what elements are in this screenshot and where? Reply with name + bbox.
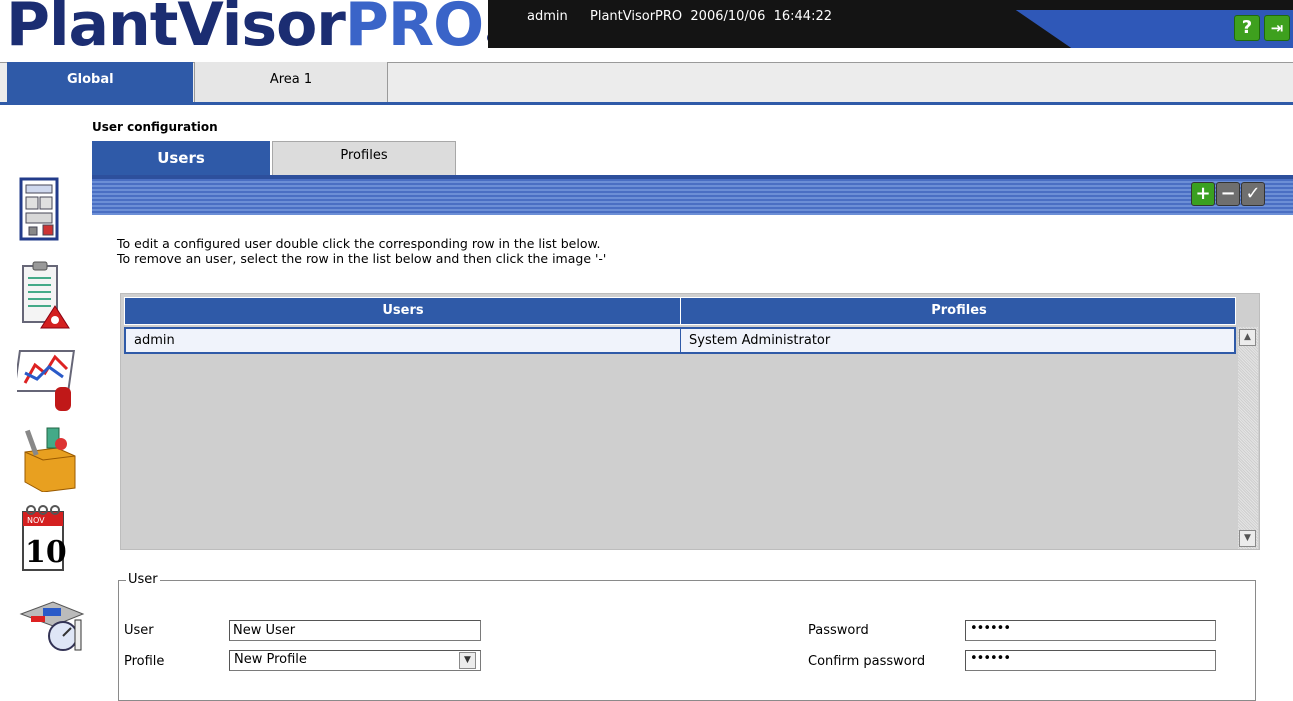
instruction-text: To remove an user, select the row in the… — [117, 251, 607, 266]
password-label: Password — [808, 623, 869, 638]
instruction-text: To edit a configured user double click t… — [117, 236, 601, 251]
logged-user: admin — [527, 9, 568, 24]
table-scrollbar[interactable] — [1238, 327, 1258, 549]
scroll-down-button[interactable]: ▼ — [1239, 530, 1256, 547]
confirm-password-input[interactable]: •••••• — [965, 650, 1216, 671]
remove-user-button[interactable]: − — [1216, 182, 1240, 206]
device-map-icon[interactable] — [17, 175, 87, 245]
page-title: User configuration — [92, 120, 218, 134]
tab-area-1[interactable]: Area 1 — [194, 62, 388, 102]
confirm-password-label: Confirm password — [808, 654, 926, 669]
profile-select-value: New Profile — [234, 652, 307, 667]
password-input[interactable]: •••••• — [965, 620, 1216, 641]
column-divider — [680, 327, 681, 354]
plantvisor-logo: PlantVisorPRO® — [6, 0, 499, 56]
plant-layout-icon[interactable] — [17, 590, 87, 660]
confirm-password-mask: •••••• — [970, 651, 1011, 666]
tab-users[interactable]: Users — [92, 141, 270, 175]
user-name-input[interactable] — [229, 620, 481, 641]
profile-label: Profile — [124, 654, 165, 669]
user-form-legend: User — [126, 572, 160, 587]
calendar-icon[interactable]: NOV 10 — [17, 502, 87, 572]
calendar-month: NOV — [27, 516, 45, 525]
confirm-button[interactable]: ✓ — [1241, 182, 1265, 206]
scroll-up-button[interactable]: ▲ — [1239, 329, 1256, 346]
user-label: User — [124, 623, 154, 638]
profile-select[interactable]: New Profile — [229, 650, 481, 671]
column-divider — [680, 297, 681, 325]
logo-main-text: PlantVisor — [6, 0, 346, 60]
column-header-profiles[interactable]: Profiles — [681, 303, 1237, 318]
header-info: PlantVisorPRO 2006/10/06 16:44:22 — [590, 9, 832, 24]
graph-icon[interactable] — [13, 343, 87, 413]
tab-underline — [0, 102, 1293, 105]
logo-pro-text: PRO — [344, 0, 484, 60]
tab-label: Area 1 — [269, 72, 313, 87]
tab-label: Profiles — [340, 148, 388, 163]
tools-box-icon[interactable] — [17, 422, 87, 493]
cell-user: admin — [134, 333, 175, 348]
help-icon[interactable]: ? — [1234, 15, 1260, 41]
chevron-down-icon[interactable]: ▼ — [459, 652, 476, 669]
toolbar — [92, 175, 1293, 215]
alarm-list-icon[interactable] — [17, 260, 87, 330]
cell-profile: System Administrator — [689, 333, 831, 348]
tab-profiles[interactable]: Profiles — [272, 141, 456, 175]
add-user-button[interactable]: + — [1191, 182, 1215, 206]
password-mask: •••••• — [970, 621, 1011, 636]
tab-label: Users — [157, 149, 205, 167]
exit-icon[interactable]: ⇥ — [1264, 15, 1290, 41]
toolbar-border — [92, 175, 1293, 179]
column-header-users[interactable]: Users — [125, 303, 681, 318]
tab-global[interactable]: Global — [7, 62, 193, 102]
calendar-day: 10 — [25, 535, 67, 570]
